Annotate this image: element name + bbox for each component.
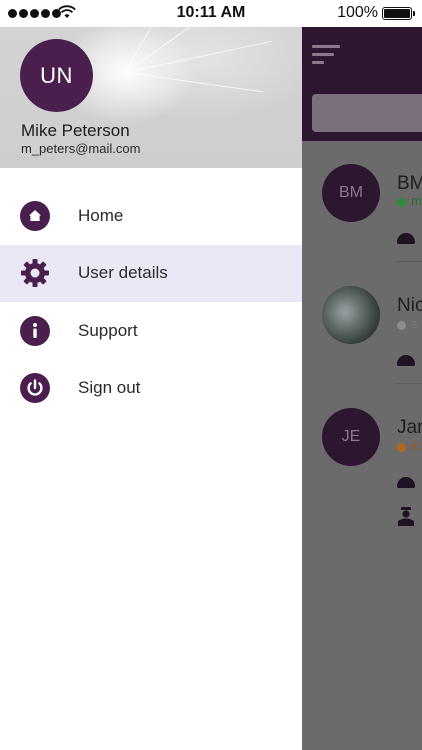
background-app-overlay[interactable]: BM BM m Nic s JE Jan ic bbox=[302, 27, 422, 750]
home-icon bbox=[20, 200, 50, 231]
menu-item-sign-out[interactable]: Sign out bbox=[0, 360, 302, 418]
battery-percentage: 100% bbox=[337, 4, 378, 21]
user-email: m_peters@mail.com bbox=[21, 141, 141, 156]
menu-toggle-icon[interactable] bbox=[312, 45, 342, 69]
divider bbox=[397, 383, 422, 384]
background-item-status: ic bbox=[411, 438, 421, 453]
background-top-bar bbox=[302, 27, 422, 141]
background-item-name: Nic bbox=[397, 295, 422, 316]
status-dot bbox=[397, 443, 406, 452]
status-dot bbox=[397, 198, 406, 207]
background-avatar: BM bbox=[322, 164, 380, 222]
menu-item-support[interactable]: Support bbox=[0, 302, 302, 360]
user-name: Mike Peterson bbox=[21, 121, 130, 140]
battery-icon bbox=[382, 7, 415, 20]
power-icon bbox=[20, 373, 50, 404]
drawer-header: UN Mike Peterson m_peters@mail.com bbox=[0, 27, 302, 168]
driver-icon bbox=[398, 507, 414, 526]
speedometer-icon bbox=[397, 477, 415, 488]
background-item-status: s bbox=[411, 316, 418, 331]
background-item-status: m bbox=[411, 193, 422, 208]
user-avatar[interactable]: UN bbox=[20, 39, 93, 112]
background-avatar-photo bbox=[322, 286, 380, 344]
drawer-menu: Home User details Support Sign out bbox=[0, 187, 302, 417]
divider bbox=[397, 261, 422, 262]
info-icon bbox=[20, 315, 50, 346]
speedometer-icon bbox=[397, 233, 415, 244]
menu-item-label: Sign out bbox=[78, 378, 141, 398]
background-avatar: JE bbox=[322, 408, 380, 466]
status-dot bbox=[397, 321, 406, 330]
menu-item-label: Support bbox=[78, 320, 138, 340]
gear-icon bbox=[20, 258, 50, 288]
background-search-field bbox=[312, 94, 422, 132]
menu-item-user-details[interactable]: User details bbox=[0, 244, 302, 302]
menu-item-label: Home bbox=[78, 205, 124, 225]
navigation-drawer: UN Mike Peterson m_peters@mail.com Home bbox=[0, 27, 302, 750]
status-bar: 10:11 AM 100% bbox=[0, 0, 422, 27]
background-item-name: Jan bbox=[397, 417, 422, 438]
menu-item-label: User details bbox=[78, 263, 168, 283]
background-item-name: BM bbox=[397, 173, 422, 194]
menu-item-home[interactable]: Home bbox=[0, 187, 302, 245]
speedometer-icon bbox=[397, 355, 415, 366]
